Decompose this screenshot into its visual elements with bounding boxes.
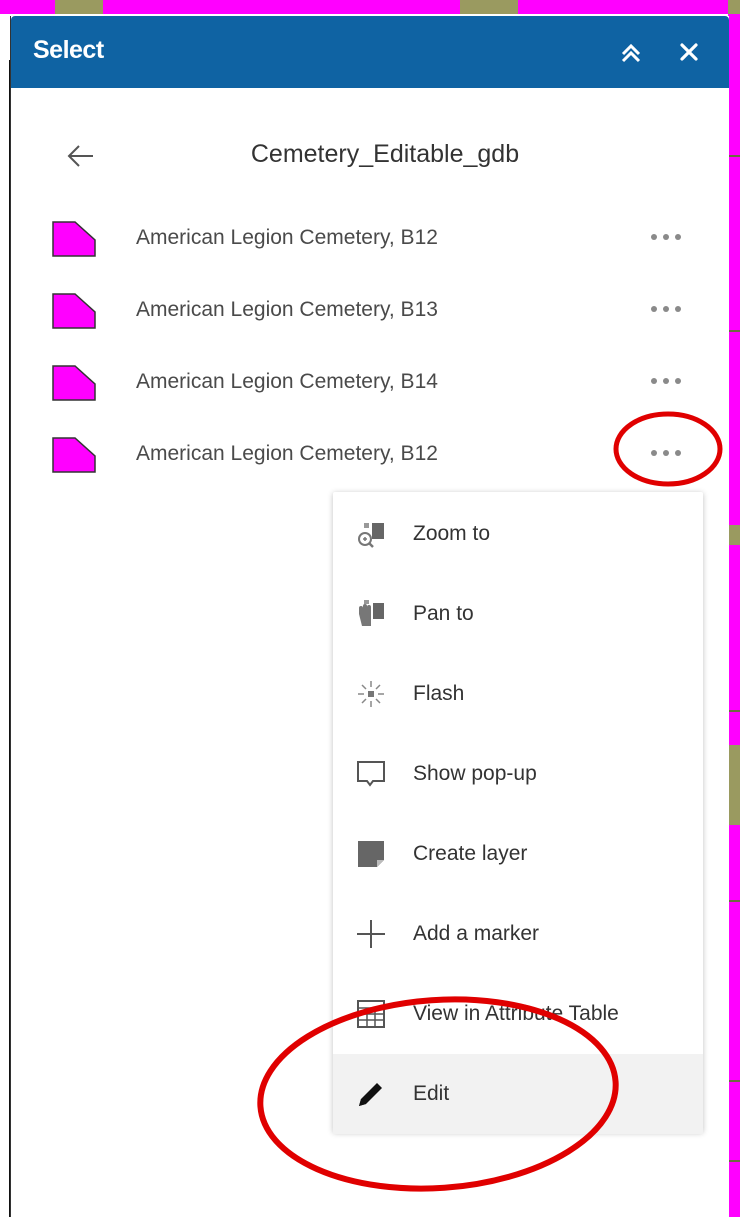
menu-item-create-layer[interactable]: Create layer — [333, 814, 703, 894]
map-background-top — [0, 0, 740, 14]
menu-item-edit[interactable]: Edit — [333, 1054, 703, 1134]
panel-title: Select — [33, 36, 104, 64]
create-layer-icon — [358, 841, 384, 867]
flash-icon — [358, 681, 384, 707]
feature-context-menu: Zoom to Pan to Flash Show pop-up Create … — [333, 492, 703, 1134]
pencil-icon — [359, 1083, 382, 1106]
polygon-symbol-icon — [52, 365, 96, 401]
pan-to-icon — [359, 600, 384, 626]
more-options-button[interactable] — [641, 292, 691, 324]
menu-item-pan-to[interactable]: Pan to — [333, 574, 703, 654]
feature-row[interactable]: American Legion Cemetery, B13 — [51, 284, 711, 340]
polygon-symbol-icon — [52, 437, 96, 473]
menu-item-label: Zoom to — [413, 522, 491, 545]
close-icon — [680, 43, 698, 61]
menu-item-zoom-to[interactable]: Zoom to — [333, 494, 703, 574]
feature-row[interactable]: American Legion Cemetery, B14 — [51, 356, 711, 412]
feature-label: American Legion Cemetery, B12 — [136, 442, 438, 465]
polygon-symbol-icon — [52, 221, 96, 257]
more-options-button[interactable] — [641, 364, 691, 396]
menu-item-label: Pan to — [413, 602, 474, 625]
close-button[interactable] — [671, 34, 707, 70]
feature-row[interactable]: American Legion Cemetery, B12 — [51, 212, 711, 268]
menu-item-view-attribute-table[interactable]: View in Attribute Table — [333, 974, 703, 1054]
feature-row[interactable]: American Legion Cemetery, B12 — [51, 428, 711, 484]
table-icon — [357, 1000, 385, 1028]
collapse-button[interactable] — [613, 34, 649, 70]
more-options-button[interactable] — [641, 436, 691, 468]
menu-item-flash[interactable]: Flash — [333, 654, 703, 734]
menu-item-label: Show pop-up — [413, 762, 537, 785]
menu-item-label: View in Attribute Table — [413, 1002, 619, 1025]
more-options-button[interactable] — [641, 220, 691, 252]
popup-icon — [357, 761, 385, 787]
polygon-symbol-icon — [52, 293, 96, 329]
zoom-to-icon — [358, 523, 384, 548]
map-background-right — [728, 0, 740, 1217]
menu-item-label: Create layer — [413, 842, 528, 865]
menu-item-show-popup[interactable]: Show pop-up — [333, 734, 703, 814]
select-panel: Select Cemetery_Editable_gdb American Le… — [10, 16, 729, 1217]
plus-icon — [357, 920, 385, 948]
menu-item-label: Edit — [413, 1082, 450, 1105]
panel-header: Select — [11, 16, 729, 88]
layer-name: Cemetery_Editable_gdb — [250, 140, 520, 168]
menu-item-add-marker[interactable]: Add a marker — [333, 894, 703, 974]
menu-item-label: Add a marker — [413, 922, 540, 945]
feature-label: American Legion Cemetery, B14 — [136, 370, 438, 393]
feature-label: American Legion Cemetery, B13 — [136, 298, 438, 321]
double-chevron-up-icon — [621, 43, 641, 63]
feature-label: American Legion Cemetery, B12 — [136, 226, 438, 249]
menu-item-label: Flash — [413, 682, 465, 705]
